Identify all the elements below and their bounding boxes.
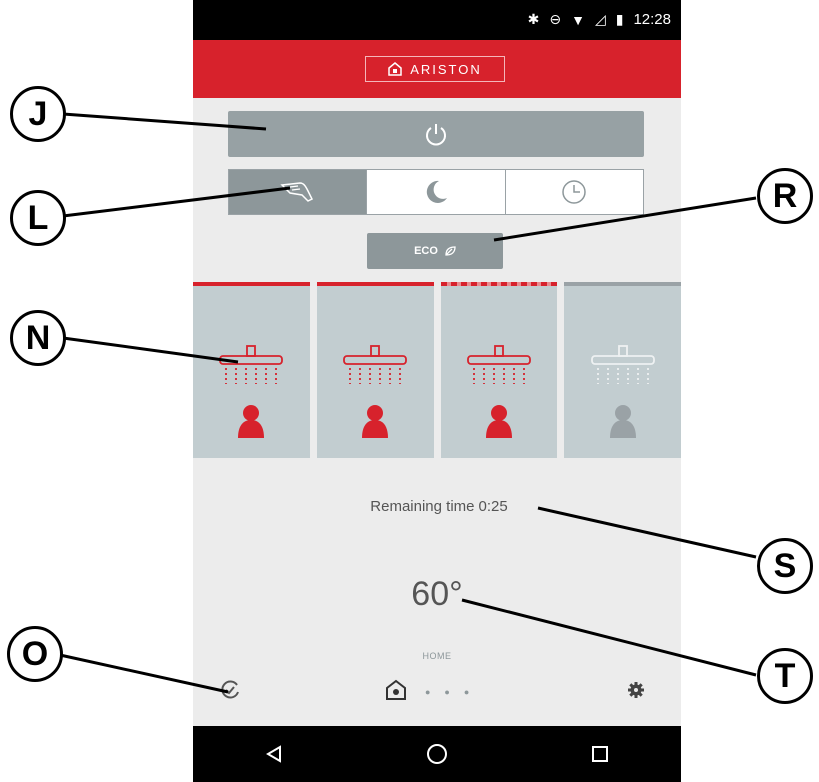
- callout-lines: [59, 112, 757, 694]
- callout-n: N: [10, 310, 66, 366]
- callout-j: J: [10, 86, 66, 142]
- callout-s: S: [757, 538, 813, 594]
- callout-r: R: [757, 168, 813, 224]
- callout-l: L: [10, 190, 66, 246]
- callout-t: T: [757, 648, 813, 704]
- callout-o: O: [7, 626, 63, 682]
